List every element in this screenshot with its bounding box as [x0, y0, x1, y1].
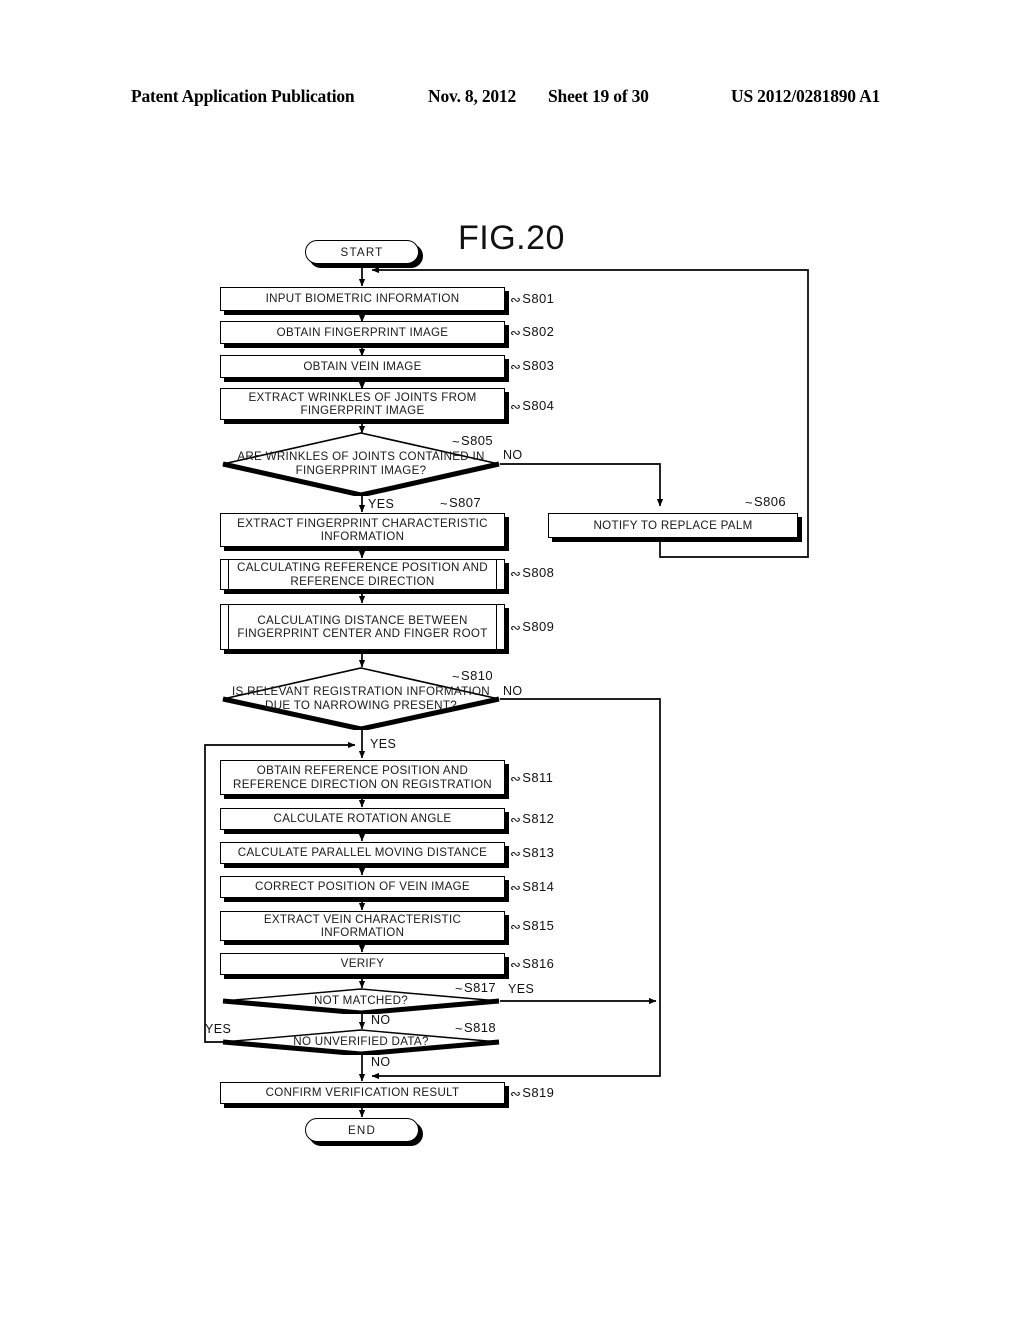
squiggle-icon: ⁣~ — [452, 434, 460, 449]
step-ref-s814: ∾S814 — [510, 879, 555, 895]
process-s802: OBTAIN FINGERPRINT IMAGE — [220, 321, 505, 344]
terminator-start: START — [305, 240, 419, 264]
process-s803: OBTAIN VEIN IMAGE — [220, 355, 505, 378]
step-ref-s802: ∾S802 — [510, 324, 555, 340]
step-ref-s803: ∾S803 — [510, 358, 555, 374]
decision-s818-label: NO UNVERIFIED DATA? — [293, 1035, 429, 1048]
squiggle-icon: ∾ — [510, 620, 522, 635]
process-s811: OBTAIN REFERENCE POSITION AND REFERENCE … — [220, 760, 505, 795]
squiggle-icon: ∾ — [510, 399, 522, 414]
process-s809-label: CALCULATING DISTANCE BETWEEN FINGERPRINT… — [237, 613, 488, 641]
process-s808-label: CALCULATING REFERENCE POSITION AND REFER… — [237, 561, 488, 588]
step-ref-s804: ∾S804 — [510, 398, 555, 414]
process-s819-label: CONFIRM VERIFICATION RESULT — [265, 1086, 460, 1100]
process-s804: EXTRACT WRINKLES OF JOINTS FROM FINGERPR… — [220, 388, 505, 420]
step-ref-s801: ∾S801 — [510, 291, 555, 307]
squiggle-icon: ⁣~ — [452, 669, 460, 684]
squiggle-icon: ∾ — [510, 325, 522, 340]
step-ref-s808: ∾S808 — [510, 565, 555, 581]
process-s808: CALCULATING REFERENCE POSITION AND REFER… — [220, 559, 505, 590]
step-ref-s811: ∾S811 — [510, 770, 554, 786]
header-publication: Patent Application Publication — [131, 86, 355, 106]
squiggle-icon: ⁣~ — [745, 495, 753, 510]
process-s807-label: EXTRACT FINGERPRINT CHARACTERISTIC INFOR… — [237, 516, 488, 544]
step-ref-s819: ∾S819 — [510, 1085, 555, 1101]
decision-s805-label: ARE WRINKLES OF JOINTS CONTAINED IN FING… — [237, 450, 485, 477]
branch-label-s810-yes: YES — [370, 737, 397, 751]
page-header: Patent Application Publication Nov. 8, 2… — [0, 86, 1024, 112]
squiggle-icon: ∾ — [510, 880, 522, 895]
step-ref-s817: ⁣~S817 — [455, 980, 496, 996]
squiggle-icon: ∾ — [510, 566, 522, 581]
process-s811-label: OBTAIN REFERENCE POSITION AND REFERENCE … — [233, 764, 492, 791]
terminator-end: END — [305, 1118, 419, 1142]
squiggle-icon: ∾ — [510, 846, 522, 861]
process-s813-label: CALCULATE PARALLEL MOVING DISTANCE — [237, 846, 488, 860]
process-s809: CALCULATING DISTANCE BETWEEN FINGERPRINT… — [220, 604, 505, 650]
step-ref-s806: ⁣~S806 — [745, 494, 786, 510]
process-s801: INPUT BIOMETRIC INFORMATION — [220, 287, 505, 311]
process-s802-label: OBTAIN FINGERPRINT IMAGE — [276, 325, 449, 339]
process-s814-label: CORRECT POSITION OF VEIN IMAGE — [255, 880, 470, 894]
terminator-start-label: START — [340, 245, 384, 259]
squiggle-icon: ⁣~ — [455, 1021, 463, 1036]
process-s815: EXTRACT VEIN CHARACTERISTIC INFORMATION — [220, 911, 505, 941]
squiggle-icon: ∾ — [510, 919, 522, 934]
patent-page: Patent Application Publication Nov. 8, 2… — [0, 0, 1024, 1320]
branch-label-s805-no: NO — [503, 448, 523, 462]
branch-label-s818-yes: YES — [205, 1022, 232, 1036]
process-s806-label: NOTIFY TO REPLACE PALM — [593, 518, 753, 532]
squiggle-icon: ∾ — [510, 812, 522, 827]
branch-label-s818-no: NO — [371, 1055, 391, 1069]
process-s816: VERIFY — [220, 953, 505, 975]
flowchart-connectors — [204, 263, 809, 1118]
process-s804-label: EXTRACT WRINKLES OF JOINTS FROM FINGERPR… — [248, 390, 477, 418]
process-s813: CALCULATE PARALLEL MOVING DISTANCE — [220, 842, 505, 864]
branch-label-s817-yes: YES — [508, 982, 535, 996]
header-patent-number: US 2012/0281890 A1 — [731, 86, 881, 106]
step-ref-s813: ∾S813 — [510, 845, 555, 861]
squiggle-icon: ⁣~ — [440, 496, 448, 511]
header-sheet: Sheet 19 of 30 — [548, 86, 649, 106]
squiggle-icon: ∾ — [510, 292, 522, 307]
decision-s817-label: NOT MATCHED? — [314, 994, 408, 1007]
step-ref-s807: ⁣~S807 — [440, 495, 481, 511]
branch-label-s817-no: NO — [371, 1013, 391, 1027]
figure-title: FIG.20 — [458, 219, 565, 257]
step-ref-s809: ∾S809 — [510, 619, 555, 635]
process-s816-label: VERIFY — [340, 957, 385, 971]
step-ref-s816: ∾S816 — [510, 956, 555, 972]
process-s806: NOTIFY TO REPLACE PALM — [548, 513, 798, 538]
process-s819: CONFIRM VERIFICATION RESULT — [220, 1082, 505, 1104]
squiggle-icon: ∾ — [510, 771, 522, 786]
terminator-end-label: END — [347, 1123, 377, 1137]
decision-s810-label: IS RELEVANT REGISTRATION INFORMATION DUE… — [232, 684, 490, 712]
step-ref-s818: ⁣~S818 — [455, 1020, 496, 1036]
branch-label-s810-no: NO — [503, 684, 523, 698]
step-ref-s810: ⁣~S810 — [452, 668, 493, 684]
process-s812-label: CALCULATE ROTATION ANGLE — [273, 812, 452, 826]
process-s807: EXTRACT FINGERPRINT CHARACTERISTIC INFOR… — [220, 513, 505, 547]
step-ref-s805: ⁣~S805 — [452, 433, 493, 449]
header-date: Nov. 8, 2012 — [428, 86, 517, 106]
squiggle-icon: ∾ — [510, 359, 522, 374]
process-s814: CORRECT POSITION OF VEIN IMAGE — [220, 876, 505, 898]
process-s815-label: EXTRACT VEIN CHARACTERISTIC INFORMATION — [263, 912, 462, 940]
squiggle-icon: ⁣~ — [455, 981, 463, 996]
squiggle-icon: ∾ — [510, 1086, 522, 1101]
step-ref-s815: ∾S815 — [510, 918, 555, 934]
step-ref-s812: ∾S812 — [510, 811, 555, 827]
process-s812: CALCULATE ROTATION ANGLE — [220, 808, 505, 830]
process-s803-label: OBTAIN VEIN IMAGE — [303, 359, 422, 373]
squiggle-icon: ∾ — [510, 957, 522, 972]
process-s801-label: INPUT BIOMETRIC INFORMATION — [265, 292, 460, 306]
branch-label-s805-yes: YES — [368, 497, 395, 511]
